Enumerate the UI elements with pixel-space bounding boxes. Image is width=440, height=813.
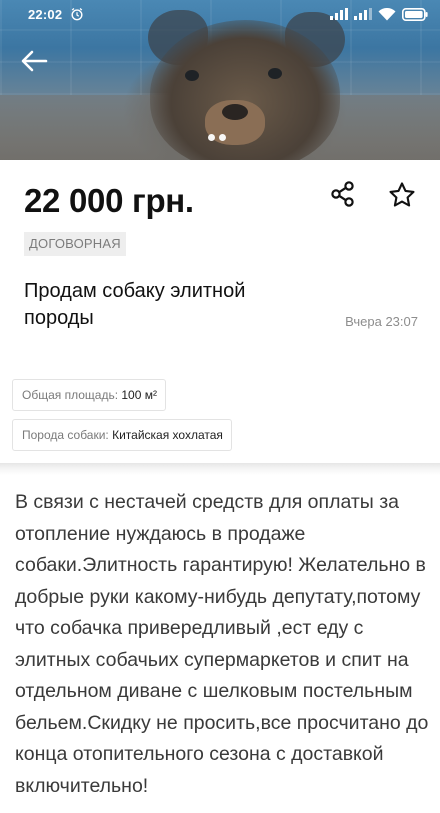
- gallery-pagination: [208, 134, 226, 141]
- param-chip-area: Общая площадь: 100 м²: [12, 379, 166, 411]
- alarm-icon: [71, 7, 83, 21]
- back-arrow-icon[interactable]: [20, 49, 48, 73]
- share-icon[interactable]: [329, 180, 357, 208]
- param-key: Порода собаки:: [22, 428, 109, 442]
- dog-eye: [268, 68, 282, 79]
- signal-icon: [354, 8, 372, 20]
- gallery-dot[interactable]: [219, 134, 226, 141]
- price: 22 000 грн.: [24, 182, 194, 219]
- battery-icon: [402, 7, 428, 21]
- listing-info: 22 000 грн. ДОГОВОРНАЯ Продам собаку эли…: [0, 160, 440, 463]
- status-bar: 22:02: [0, 0, 440, 28]
- negotiable-badge: ДОГОВОРНАЯ: [24, 232, 126, 256]
- favorite-star-icon[interactable]: [387, 180, 417, 210]
- listing-title: Продам собаку элитной породы: [24, 280, 246, 329]
- param-value: 100 м²: [121, 388, 157, 402]
- param-key: Общая площадь:: [22, 388, 119, 402]
- wifi-icon: [378, 7, 396, 20]
- param-value: Китайская хохлатая: [112, 428, 223, 442]
- listing-description: В связи с нестачей средств для оплаты за…: [15, 491, 429, 797]
- listing-date: Вчера 23:07: [345, 314, 418, 329]
- param-chip-breed: Порода собаки: Китайская хохлатая: [12, 419, 232, 451]
- dog-eye: [185, 70, 199, 81]
- status-time: 22:02: [28, 6, 63, 22]
- dog-nose: [222, 104, 248, 120]
- section-divider: [0, 463, 440, 475]
- signal-icon: [330, 8, 348, 20]
- status-icons: [330, 7, 428, 21]
- gallery-dot[interactable]: [208, 134, 215, 141]
